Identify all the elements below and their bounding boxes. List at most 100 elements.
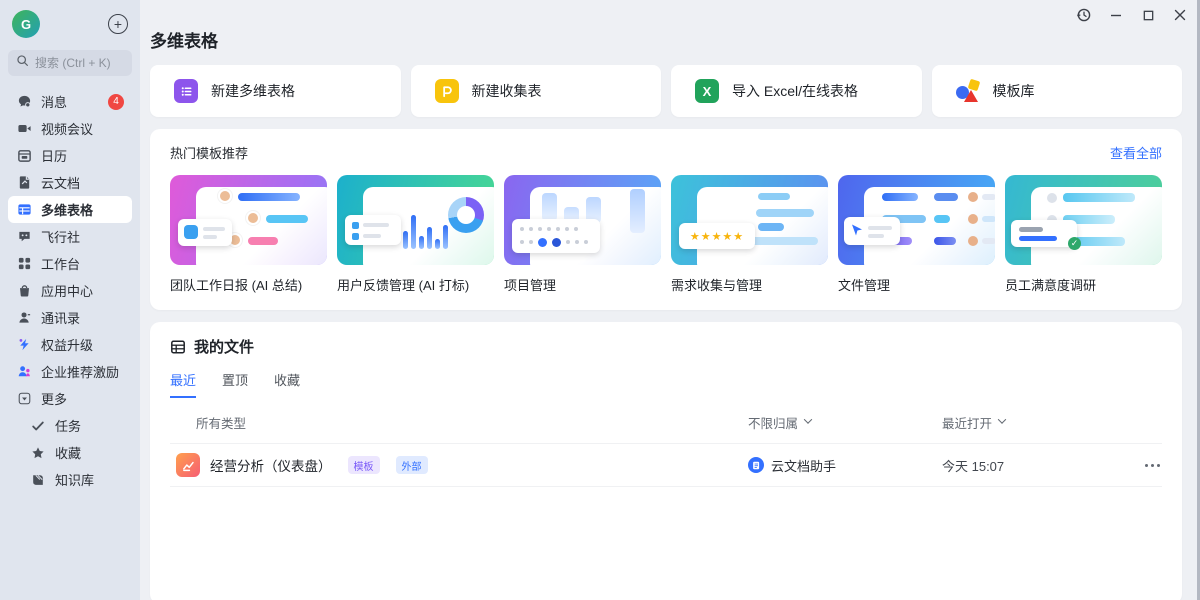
new-form-button[interactable]: 新建收集表 bbox=[411, 65, 662, 117]
template-name: 文件管理 bbox=[838, 275, 995, 294]
template-name: 用户反馈管理 (AI 打标) bbox=[337, 275, 494, 294]
new-base-button[interactable]: 新建多维表格 bbox=[150, 65, 401, 117]
chevron-down-icon bbox=[998, 415, 1006, 423]
sidebar-item-label: 多维表格 bbox=[41, 200, 93, 219]
tab-recent[interactable]: 最近 bbox=[170, 370, 196, 398]
contacts-icon bbox=[16, 310, 32, 326]
template-library-button[interactable]: 模板库 bbox=[932, 65, 1183, 117]
templates-panel: 热门模板推荐 查看全部 bbox=[150, 129, 1182, 310]
template-card-files[interactable]: 文件管理 bbox=[838, 175, 995, 294]
sidebar-item-base[interactable]: 多维表格 bbox=[8, 196, 132, 223]
sidebar-item-favorites[interactable]: 收藏 bbox=[8, 439, 132, 466]
page-title: 多维表格 bbox=[150, 0, 1182, 52]
base-icon bbox=[16, 202, 32, 218]
sidebar: G + 消息 4 视频会议 日历 云 bbox=[0, 0, 140, 600]
user-avatar[interactable]: G bbox=[12, 10, 40, 38]
quick-action-label: 导入 Excel/在线表格 bbox=[732, 81, 858, 101]
sidebar-item-video-meeting[interactable]: 视频会议 bbox=[8, 115, 132, 142]
template-name: 需求收集与管理 bbox=[671, 275, 828, 294]
app-window: G + 消息 4 视频会议 日历 云 bbox=[0, 0, 1200, 600]
app-center-icon bbox=[16, 283, 32, 299]
chevron-down-icon bbox=[16, 391, 32, 407]
tab-pinned[interactable]: 置顶 bbox=[222, 370, 248, 398]
sidebar-item-wiki[interactable]: 知识库 bbox=[8, 466, 132, 493]
sidebar-item-app-center[interactable]: 应用中心 bbox=[8, 277, 132, 304]
file-name: 经营分析（仪表盘） bbox=[210, 455, 332, 475]
quick-action-label: 模板库 bbox=[993, 81, 1035, 101]
template-card-project[interactable]: 项目管理 bbox=[504, 175, 661, 294]
calendar-icon bbox=[16, 148, 32, 164]
sidebar-item-upgrade[interactable]: 权益升级 bbox=[8, 331, 132, 358]
chat-icon bbox=[16, 94, 32, 110]
search-icon bbox=[16, 54, 29, 72]
sidebar-item-more[interactable]: 更多 bbox=[8, 385, 132, 412]
owner-avatar-icon bbox=[748, 457, 764, 473]
sidebar-item-label: 知识库 bbox=[55, 470, 94, 489]
sidebar-item-label: 工作台 bbox=[41, 254, 80, 273]
sidebar-item-label: 收藏 bbox=[55, 443, 81, 462]
window-titlebar bbox=[1070, 0, 1194, 30]
maximize-icon[interactable] bbox=[1134, 2, 1162, 28]
sidebar-item-label: 权益升级 bbox=[41, 335, 93, 354]
template-thumbnail-6: ✓ bbox=[1005, 175, 1162, 265]
sidebar-item-label: 消息 bbox=[41, 92, 67, 111]
new-form-icon bbox=[435, 79, 459, 103]
sidebar-item-label: 任务 bbox=[55, 416, 81, 435]
sidebar-item-tasks[interactable]: 任务 bbox=[8, 412, 132, 439]
view-all-link[interactable]: 查看全部 bbox=[1110, 143, 1162, 162]
sidebar-item-label: 应用中心 bbox=[41, 281, 93, 300]
search-input-box[interactable] bbox=[8, 50, 132, 76]
my-files-panel: 我的文件 最近 置顶 收藏 所有类型 不限归属 最近打开 bbox=[150, 322, 1182, 600]
file-row[interactable]: 经营分析（仪表盘） 模板 外部 云文档助手 今天 15:07 bbox=[170, 443, 1162, 487]
quick-actions: 新建多维表格 新建收集表 X 导入 Excel/在线表格 模板库 bbox=[150, 65, 1182, 117]
minimize-icon[interactable] bbox=[1102, 2, 1130, 28]
file-list-header: 所有类型 不限归属 最近打开 bbox=[170, 413, 1162, 443]
sidebar-item-messages[interactable]: 消息 4 bbox=[8, 88, 132, 115]
filter-opened[interactable]: 最近打开 bbox=[942, 413, 992, 432]
templates-section-title: 热门模板推荐 bbox=[170, 143, 248, 162]
new-base-icon bbox=[174, 79, 198, 103]
main-content: 多维表格 新建多维表格 新建收集表 X 导入 Excel/在线表格 bbox=[140, 0, 1200, 600]
sidebar-item-calendar[interactable]: 日历 bbox=[8, 142, 132, 169]
community-icon bbox=[16, 229, 32, 245]
sidebar-item-referral[interactable]: 企业推荐激励 bbox=[8, 358, 132, 385]
history-icon[interactable] bbox=[1070, 2, 1098, 28]
plus-icon[interactable]: + bbox=[108, 14, 128, 34]
filter-all-types[interactable]: 所有类型 bbox=[196, 413, 246, 432]
file-opened-time: 今天 15:07 bbox=[942, 456, 1004, 475]
unread-badge: 4 bbox=[108, 94, 124, 110]
template-card-survey[interactable]: ✓ 员工满意度调研 bbox=[1005, 175, 1162, 294]
search-input[interactable] bbox=[35, 56, 124, 70]
check-icon bbox=[30, 418, 46, 434]
import-excel-button[interactable]: X 导入 Excel/在线表格 bbox=[671, 65, 922, 117]
template-name: 员工满意度调研 bbox=[1005, 275, 1162, 294]
sidebar-item-workbench[interactable]: 工作台 bbox=[8, 250, 132, 277]
filter-owner[interactable]: 不限归属 bbox=[748, 413, 798, 432]
close-icon[interactable] bbox=[1166, 2, 1194, 28]
rating-stars: ★★★★★ bbox=[679, 223, 755, 249]
template-thumbnail-4: ★★★★★ bbox=[671, 175, 828, 265]
sidebar-item-label: 企业推荐激励 bbox=[41, 362, 119, 381]
sidebar-item-docs[interactable]: 云文档 bbox=[8, 169, 132, 196]
template-card-feedback[interactable]: 用户反馈管理 (AI 打标) bbox=[337, 175, 494, 294]
sidebar-item-community[interactable]: 飞行社 bbox=[8, 223, 132, 250]
template-library-icon bbox=[956, 79, 980, 103]
template-name: 团队工作日报 (AI 总结) bbox=[170, 275, 327, 294]
sidebar-item-contacts[interactable]: 通讯录 bbox=[8, 304, 132, 331]
chevron-down-icon bbox=[804, 415, 812, 423]
more-actions-icon[interactable] bbox=[1143, 458, 1162, 473]
sidebar-item-label: 日历 bbox=[41, 146, 67, 165]
template-card-requirements[interactable]: ★★★★★ 需求收集与管理 bbox=[671, 175, 828, 294]
template-thumbnail-1 bbox=[170, 175, 327, 265]
referral-icon bbox=[16, 364, 32, 380]
quick-action-label: 新建多维表格 bbox=[211, 81, 295, 101]
import-excel-icon: X bbox=[695, 79, 719, 103]
my-files-icon bbox=[170, 339, 186, 355]
workbench-icon bbox=[16, 256, 32, 272]
tab-favorites[interactable]: 收藏 bbox=[274, 370, 300, 398]
sidebar-item-label: 通讯录 bbox=[41, 308, 80, 327]
my-files-tabs: 最近 置顶 收藏 bbox=[170, 370, 1162, 398]
file-owner: 云文档助手 bbox=[771, 456, 836, 475]
template-card-daily-report[interactable]: 团队工作日报 (AI 总结) bbox=[170, 175, 327, 294]
tag-external: 外部 bbox=[396, 456, 428, 474]
